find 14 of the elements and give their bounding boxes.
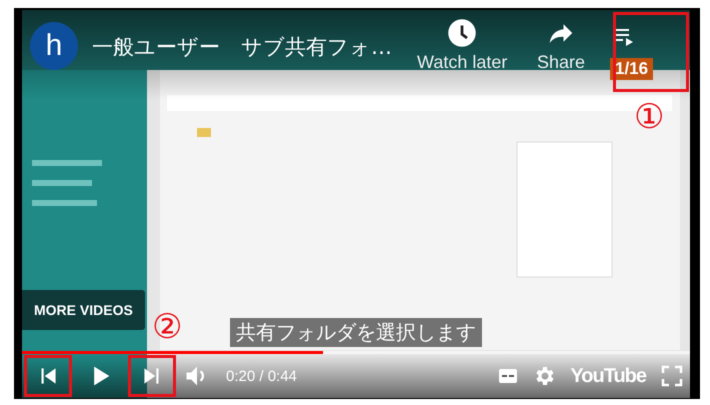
previous-button[interactable] [24,355,72,397]
playlist-position: 1/16 [610,58,654,80]
clock-icon [447,18,478,48]
next-button[interactable] [128,355,176,397]
callout-number: ② [152,310,182,344]
subtitle: 共有フォルダを選択します [230,318,482,347]
time-display: 0:20 / 0:44 [226,368,297,384]
share-button[interactable]: Share [537,18,586,73]
watch-later-button[interactable]: Watch later [417,18,508,73]
video-title[interactable]: 一般ユーザー サブ共有フォ… [92,33,392,61]
callout-number: ① [634,100,664,134]
progress-bar[interactable] [22,351,690,354]
more-videos-button[interactable]: MORE VIDEOS [22,290,145,330]
fullscreen-icon[interactable] [660,364,684,388]
